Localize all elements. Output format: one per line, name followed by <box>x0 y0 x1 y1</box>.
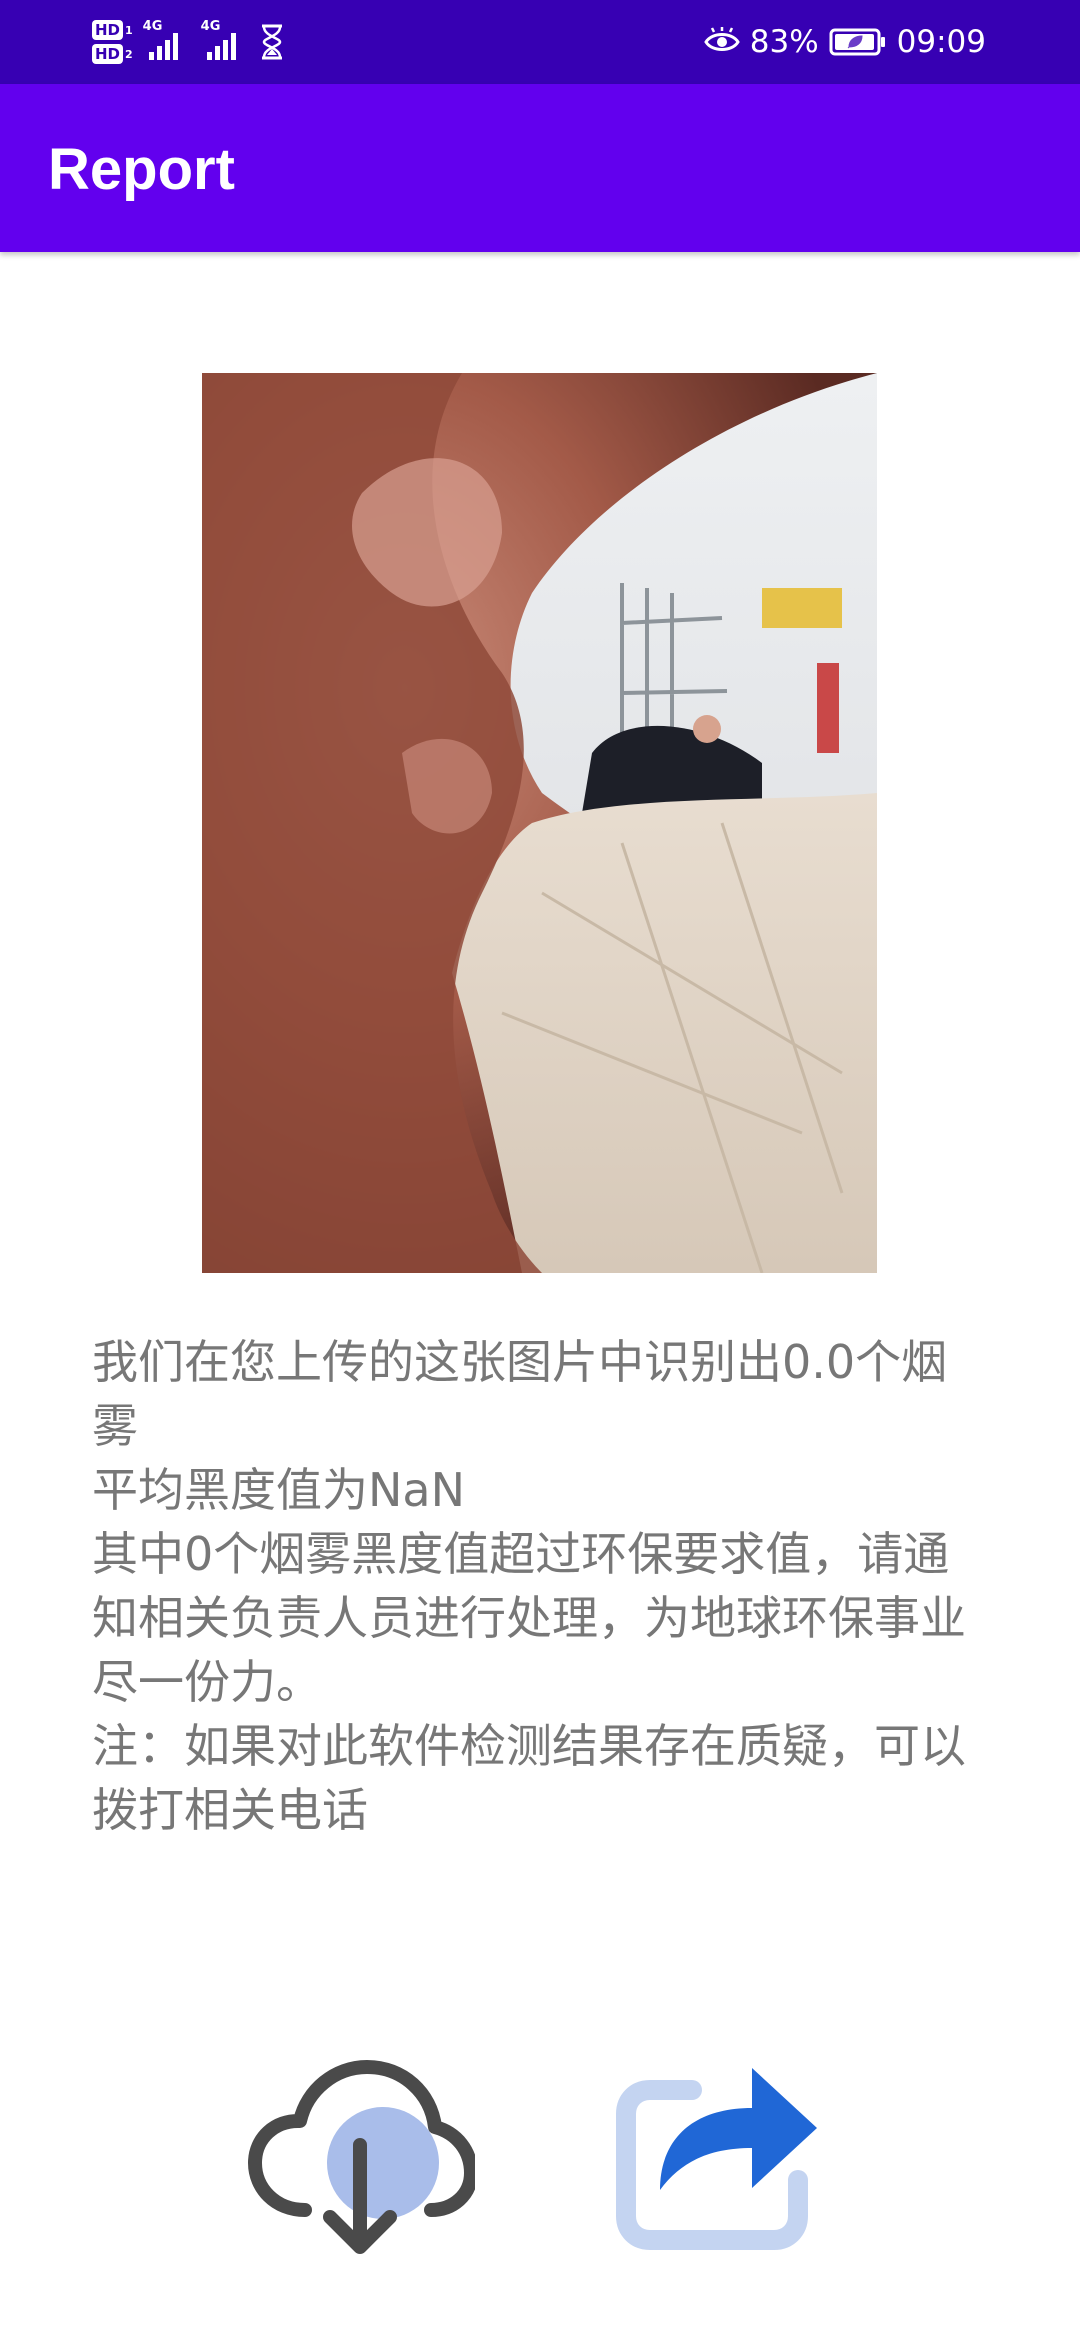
status-bar: HD 1 HD 2 4G 4G 83% 09:09 <box>0 0 1080 84</box>
signal-icon-sim2: 4G <box>201 20 249 64</box>
photo-image <box>202 373 877 1273</box>
signal-icon-sim1: 4G <box>143 20 191 64</box>
hd-badge: HD <box>92 20 124 40</box>
uploaded-photo <box>202 373 877 1273</box>
share-icon <box>616 2068 817 2250</box>
signal-bars <box>206 33 236 60</box>
sim-number: 1 <box>125 23 133 37</box>
download-button[interactable] <box>245 2045 478 2275</box>
network-type: 4G <box>142 19 163 34</box>
hd-badge: HD <box>92 44 124 64</box>
hd-voice-indicators: HD 1 HD 2 <box>92 20 133 64</box>
sim-number: 2 <box>125 47 133 61</box>
status-bar-left: HD 1 HD 2 4G 4G <box>92 12 285 72</box>
eye-comfort-icon <box>703 27 740 51</box>
clock: 09:09 <box>896 24 986 60</box>
average-blackness-text: 平均黑度值为NaN <box>92 1463 466 1517</box>
page-title: Report <box>48 137 235 202</box>
signal-bars <box>148 33 178 60</box>
report-message: 我们在您上传的这张图片中识别出0.0个烟雾 平均黑度值为NaN 其中0个烟雾黑度… <box>92 1330 992 1842</box>
battery-icon <box>829 28 885 56</box>
cloud-download-icon <box>248 2060 478 2254</box>
hd-indicator-sim1: HD 1 <box>92 20 133 40</box>
note-text: 注：如果对此软件检测结果存在质疑，可以拨打相关电话 <box>92 1719 966 1837</box>
hd-indicator-sim2: HD 2 <box>92 44 133 64</box>
hourglass-icon <box>261 24 282 60</box>
battery-percentage: 83% <box>749 24 819 60</box>
app-bar: Report <box>0 84 1080 252</box>
detection-count-text: 我们在您上传的这张图片中识别出0.0个烟雾 <box>92 1335 948 1453</box>
network-type: 4G <box>200 19 221 34</box>
exceed-standard-text: 其中0个烟雾黑度值超过环保要求值，请通知相关负责人员进行处理，为地球环保事业尽一… <box>92 1527 966 1709</box>
status-bar-right: 83% 09:09 <box>703 12 986 72</box>
share-button[interactable] <box>612 2030 842 2260</box>
